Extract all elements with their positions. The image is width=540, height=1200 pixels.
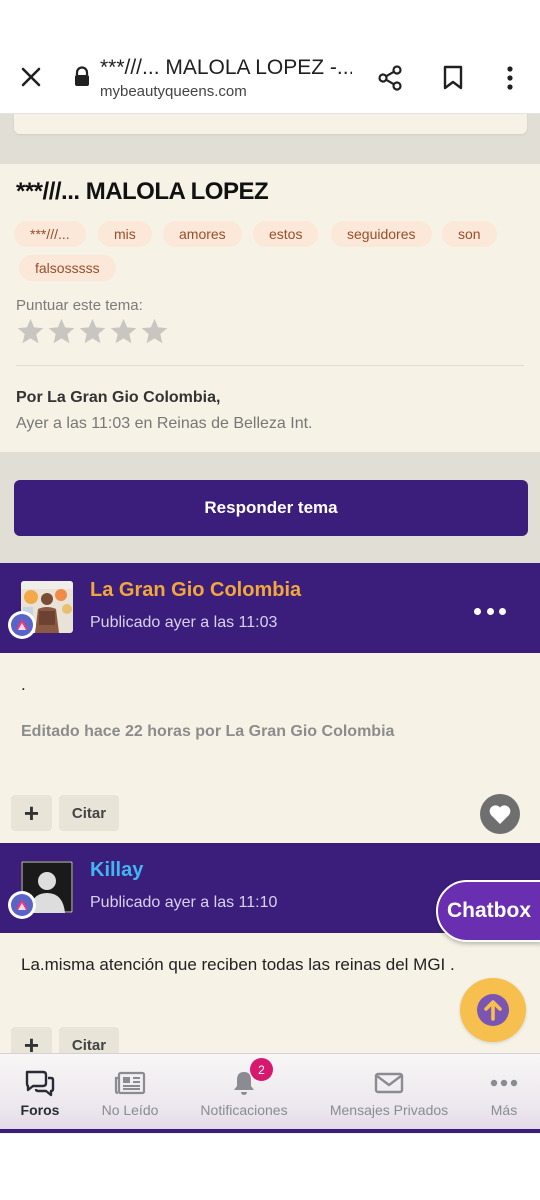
post-author[interactable]: Killay xyxy=(90,859,143,882)
post-content: . xyxy=(21,675,26,694)
rank-icon xyxy=(11,614,33,636)
forum-page: ***///... MALOLA LOPEZ ***///... mis amo… xyxy=(0,114,540,1134)
tag[interactable]: estos xyxy=(253,221,319,247)
bookmark-icon xyxy=(443,65,463,90)
topic-author[interactable]: Por La Gran Gio Colombia, xyxy=(16,389,220,407)
screen: ***///... MALOLA LOPEZ -... mybeautyquee… xyxy=(0,0,540,1200)
reply-topic-button[interactable]: Responder tema xyxy=(14,480,528,536)
star-icon[interactable] xyxy=(16,317,45,346)
nav-forums[interactable]: Foros xyxy=(8,1054,72,1130)
tag[interactable]: falsosssss xyxy=(19,255,116,281)
nav-label: Notificaciones xyxy=(200,1102,288,1118)
post-time: Publicado ayer a las 11:03 xyxy=(90,614,278,631)
envelope-icon xyxy=(374,1072,404,1094)
tag[interactable]: seguidores xyxy=(331,221,432,247)
post-time: Publicado ayer a las 11:10 xyxy=(90,894,278,911)
nav-label: No Leído xyxy=(101,1102,159,1118)
close-tab-button[interactable] xyxy=(16,62,46,92)
topic-title: ***///... MALOLA LOPEZ xyxy=(16,178,269,205)
previous-card xyxy=(14,114,527,134)
more-horizontal-icon xyxy=(490,1079,518,1087)
tag[interactable]: mis xyxy=(98,221,152,247)
post-options-button[interactable] xyxy=(474,603,506,619)
nav-label: Foros xyxy=(20,1102,60,1118)
rank-icon xyxy=(11,894,33,916)
browser-toolbar: ***///... MALOLA LOPEZ -... mybeautyquee… xyxy=(0,0,540,114)
bookmark-button[interactable] xyxy=(438,62,468,94)
scroll-to-top-button[interactable] xyxy=(460,978,526,1042)
star-icon[interactable] xyxy=(47,317,76,346)
star-icon[interactable] xyxy=(78,317,107,346)
nav-unread[interactable]: No Leído xyxy=(94,1054,166,1130)
notification-count-badge: 2 xyxy=(250,1058,273,1081)
lock-icon xyxy=(72,66,92,88)
rating-stars[interactable] xyxy=(16,317,169,346)
topic-header-card: ***///... MALOLA LOPEZ ***///... mis amo… xyxy=(0,164,540,452)
post-header: La Gran Gio Colombia Publicado ayer a la… xyxy=(0,563,540,653)
like-button[interactable] xyxy=(480,794,520,834)
chatbox-button[interactable]: Chatbox xyxy=(436,880,540,942)
post-author[interactable]: La Gran Gio Colombia xyxy=(90,579,301,602)
nav-label: Más xyxy=(490,1102,518,1118)
close-icon xyxy=(21,67,41,87)
rank-badge xyxy=(8,611,36,639)
nav-more[interactable]: Más xyxy=(478,1054,530,1130)
heart-icon xyxy=(489,805,511,824)
share-button[interactable] xyxy=(374,62,406,94)
quote-button[interactable]: Citar xyxy=(59,795,119,831)
url-host: mybeautyqueens.com xyxy=(100,83,247,100)
arrow-up-circle-icon xyxy=(477,994,509,1026)
nav-notifications[interactable]: Notificaciones xyxy=(194,1054,294,1130)
page-title: ***///... MALOLA LOPEZ -... xyxy=(100,56,352,79)
divider xyxy=(16,365,524,366)
rank-badge xyxy=(8,891,36,919)
forums-icon xyxy=(25,1070,55,1097)
nav-label: Mensajes Privados xyxy=(329,1102,449,1118)
star-icon[interactable] xyxy=(140,317,169,346)
browser-menu-button[interactable] xyxy=(496,62,524,94)
tag[interactable]: son xyxy=(442,221,497,247)
edited-notice: Editado hace 22 horas por La Gran Gio Co… xyxy=(21,723,395,740)
multiquote-button[interactable]: + xyxy=(11,795,52,831)
star-icon[interactable] xyxy=(109,317,138,346)
post-content: La.misma atención que reciben todas las … xyxy=(21,955,455,974)
tag[interactable]: ***///... xyxy=(14,221,86,247)
nav-private-messages[interactable]: Mensajes Privados xyxy=(326,1054,452,1130)
newspaper-icon xyxy=(114,1071,146,1095)
post-body: . Editado hace 22 horas por La Gran Gio … xyxy=(0,653,540,843)
topic-dateline: Ayer a las 11:03 en Reinas de Belleza In… xyxy=(16,415,313,432)
tag[interactable]: amores xyxy=(163,221,242,247)
rating-label: Puntuar este tema: xyxy=(16,297,143,314)
more-vertical-icon xyxy=(507,66,513,90)
share-icon xyxy=(378,65,402,91)
